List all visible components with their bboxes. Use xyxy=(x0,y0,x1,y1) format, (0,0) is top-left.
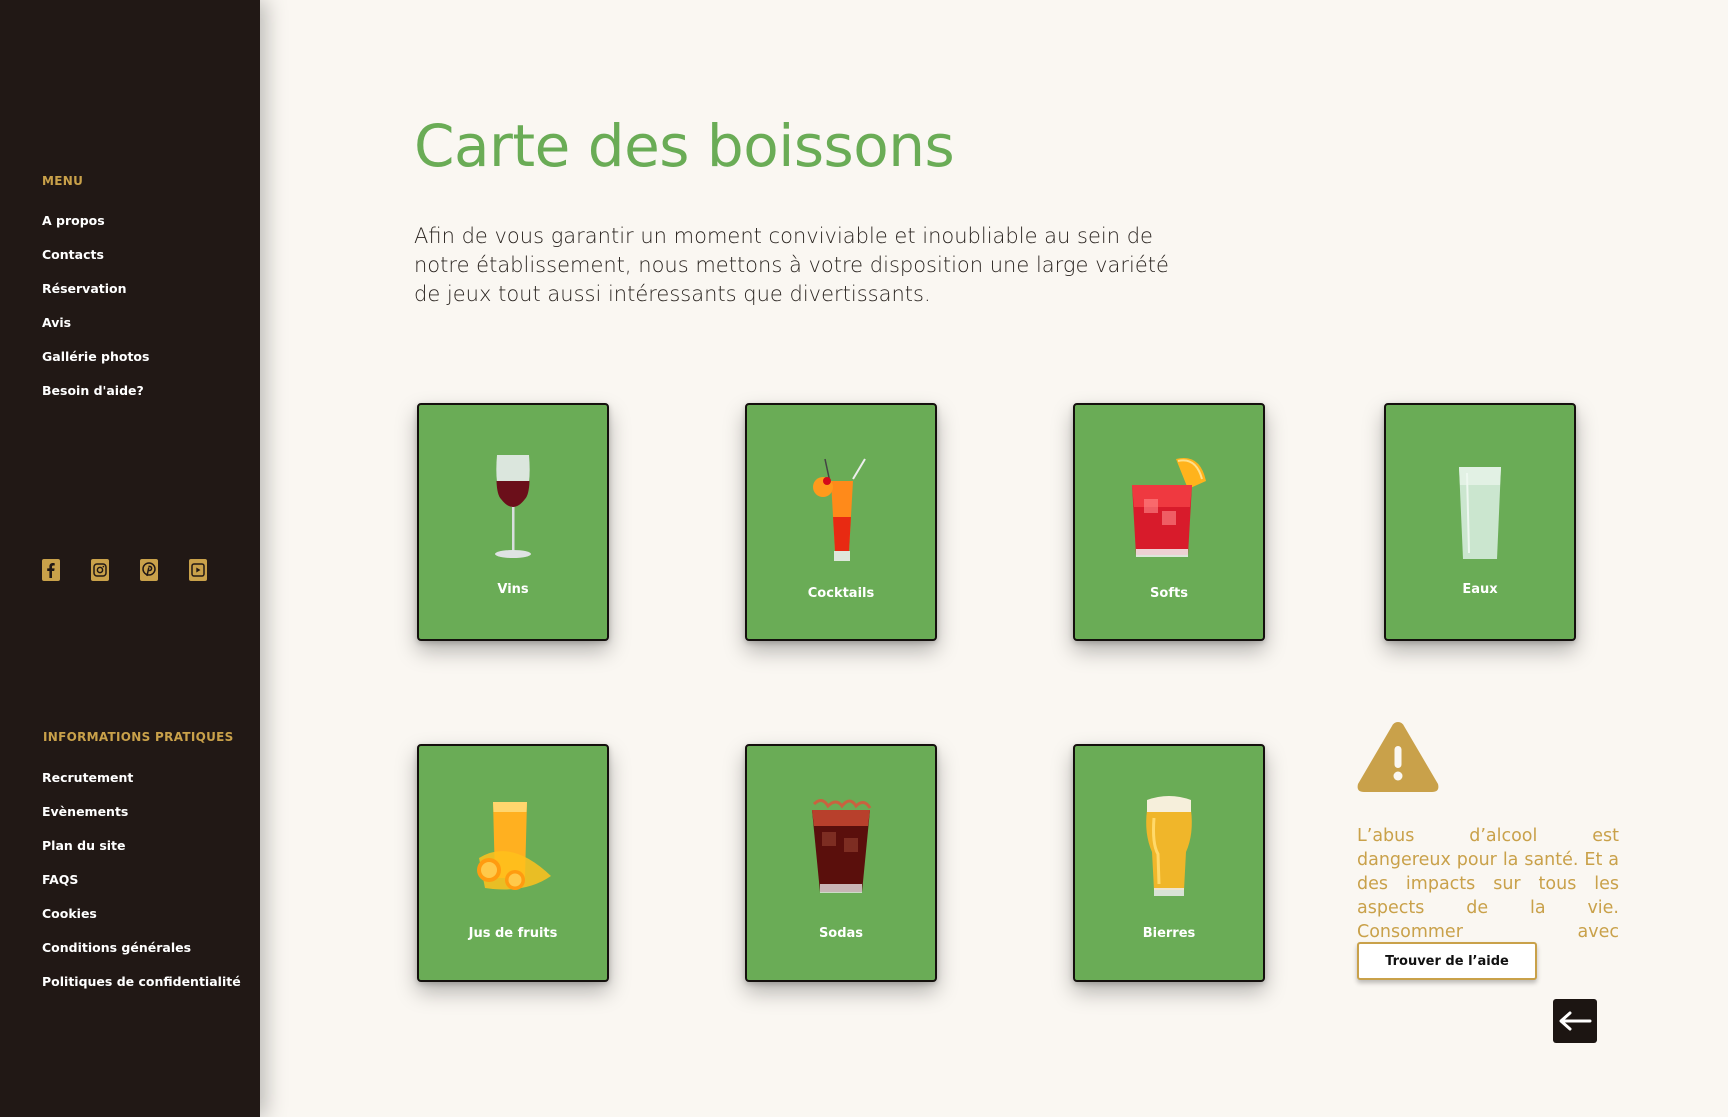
back-button[interactable] xyxy=(1553,999,1597,1043)
category-label: Vins xyxy=(497,582,529,597)
soft-drink-icon xyxy=(1132,457,1206,557)
wine-glass-icon xyxy=(495,455,531,558)
beer-icon xyxy=(1146,796,1192,896)
intro-paragraph: Afin de vous garantir un moment convivia… xyxy=(414,224,1169,306)
arrow-left-icon xyxy=(1559,1011,1592,1031)
category-card-jus-de-fruits[interactable]: Jus de fruits xyxy=(417,744,609,982)
category-label: Sodas xyxy=(818,926,864,941)
instagram-icon[interactable] xyxy=(91,559,109,581)
soda-icon xyxy=(812,799,872,893)
category-label: Eaux xyxy=(1462,582,1498,597)
cocktail-icon xyxy=(813,458,866,561)
category-card-bierres[interactable]: Bierres xyxy=(1073,744,1265,982)
sidebar-item-evenements[interactable]: Evènements xyxy=(42,804,128,819)
water-glass-icon xyxy=(1459,467,1501,559)
page-title: Carte des boissons xyxy=(414,112,955,180)
sidebar-item-avis[interactable]: Avis xyxy=(42,315,71,330)
sidebar-item-politiques-confidentialite[interactable]: Politiques de confidentialité xyxy=(42,974,241,989)
sidebar-item-recrutement[interactable]: Recrutement xyxy=(42,770,133,785)
sidebar-item-a-propos[interactable]: A propos xyxy=(42,213,105,228)
sidebar-item-reservation[interactable]: Réservation xyxy=(42,281,127,296)
sidebar-item-gallerie-photos[interactable]: Gallérie photos xyxy=(42,349,149,364)
category-card-eaux[interactable]: Eaux xyxy=(1384,403,1576,641)
orange-juice-icon xyxy=(477,802,551,890)
category-card-softs[interactable]: Softs xyxy=(1073,403,1265,641)
sidebar-item-faqs[interactable]: FAQS xyxy=(42,872,78,887)
category-card-vins[interactable]: Vins xyxy=(417,403,609,641)
category-card-cocktails[interactable]: Cocktails xyxy=(745,403,937,641)
category-label: Softs xyxy=(1150,586,1188,601)
sidebar-item-contacts[interactable]: Contacts xyxy=(42,247,104,262)
sidebar-item-plan-du-site[interactable]: Plan du site xyxy=(42,838,126,853)
youtube-icon[interactable] xyxy=(189,559,207,581)
pinterest-icon[interactable] xyxy=(140,559,158,581)
sidebar-item-besoin-aide[interactable]: Besoin d'aide? xyxy=(42,383,144,398)
category-card-sodas[interactable]: Sodas xyxy=(745,744,937,982)
category-label: Bierres xyxy=(1142,926,1196,941)
info-heading: INFORMATIONS PRATIQUES xyxy=(43,730,234,744)
facebook-icon[interactable] xyxy=(42,559,60,581)
category-label: Cocktails xyxy=(807,586,875,601)
menu-heading: MENU xyxy=(42,174,84,188)
warning-icon xyxy=(1357,722,1439,792)
category-label: Jus de fruits xyxy=(468,926,558,941)
find-help-button[interactable]: Trouver de l’aide xyxy=(1357,942,1537,980)
sidebar-item-cookies[interactable]: Cookies xyxy=(42,906,97,921)
sidebar-item-conditions-generales[interactable]: Conditions générales xyxy=(42,940,191,955)
sidebar: MENU A propos Contacts Réservation Avis … xyxy=(0,0,260,1117)
